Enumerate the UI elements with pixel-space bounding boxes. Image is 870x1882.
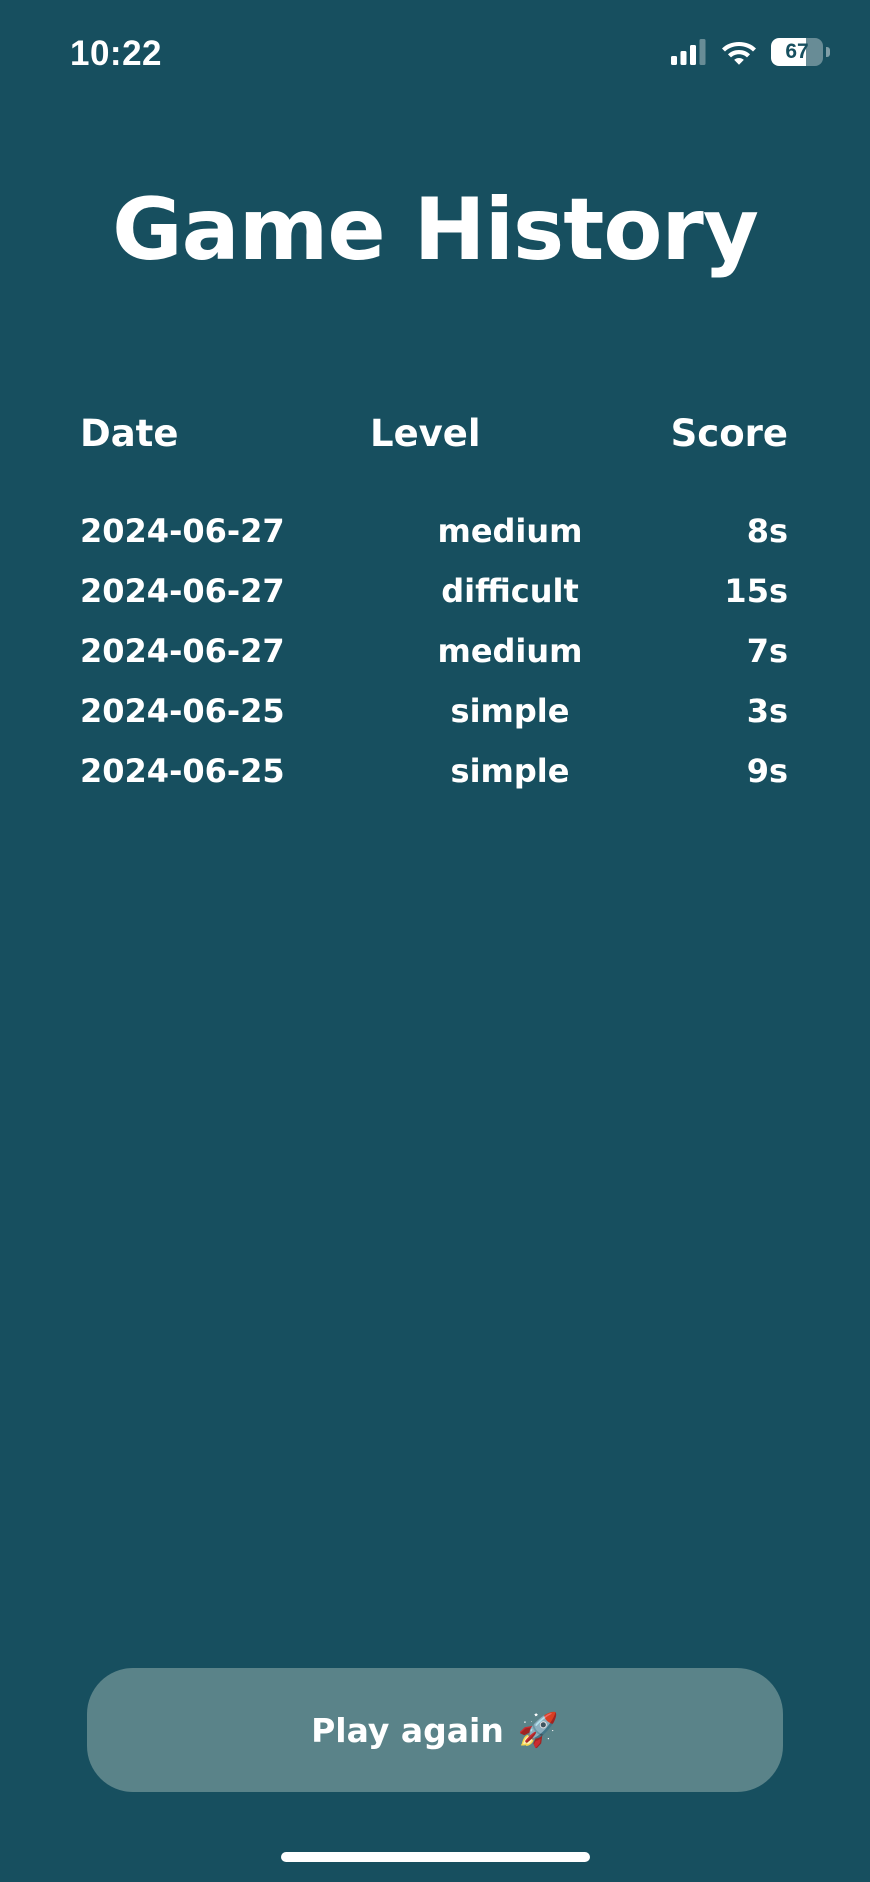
play-again-button[interactable]: Play again 🚀 bbox=[87, 1668, 783, 1792]
cell-score: 8s bbox=[746, 512, 788, 550]
column-header-score: Score bbox=[670, 411, 788, 455]
battery-nub bbox=[826, 47, 830, 57]
rocket-icon: 🚀 bbox=[517, 1710, 559, 1749]
cell-date: 2024-06-27 bbox=[80, 572, 285, 610]
status-time: 10:22 bbox=[70, 34, 163, 73]
cell-date: 2024-06-25 bbox=[80, 752, 285, 790]
battery-level: 67 bbox=[785, 40, 809, 63]
cell-score: 3s bbox=[746, 692, 788, 730]
cellular-signal-icon bbox=[671, 39, 706, 65]
table-header-row: Date Level Score bbox=[80, 405, 788, 501]
cell-date: 2024-06-27 bbox=[80, 632, 285, 670]
cell-level: simple bbox=[450, 692, 570, 730]
cell-level: medium bbox=[437, 632, 583, 670]
page-title: Game History bbox=[112, 180, 759, 280]
column-header-date: Date bbox=[80, 411, 179, 455]
cell-level: medium bbox=[437, 512, 583, 550]
status-icons: 67 bbox=[671, 38, 830, 66]
column-header-level: Level bbox=[370, 411, 481, 455]
play-again-label: Play again bbox=[311, 1710, 504, 1750]
table-row: 2024-06-27 difficult 15s bbox=[80, 561, 788, 621]
cell-score: 7s bbox=[746, 632, 788, 670]
wifi-icon bbox=[722, 42, 756, 65]
status-bar: 10:22 67 bbox=[0, 0, 870, 110]
cell-score: 15s bbox=[724, 572, 788, 610]
battery-icon: 67 bbox=[771, 38, 823, 66]
cell-date: 2024-06-25 bbox=[80, 692, 285, 730]
cell-score: 9s bbox=[746, 752, 788, 790]
home-indicator bbox=[281, 1852, 590, 1862]
table-row: 2024-06-27 medium 8s bbox=[80, 501, 788, 561]
table-row: 2024-06-27 medium 7s bbox=[80, 621, 788, 681]
table-row: 2024-06-25 simple 3s bbox=[80, 681, 788, 741]
table-row: 2024-06-25 simple 9s bbox=[80, 741, 788, 801]
cell-level: difficult bbox=[441, 572, 579, 610]
cell-level: simple bbox=[450, 752, 570, 790]
cell-date: 2024-06-27 bbox=[80, 512, 285, 550]
game-history-table: Date Level Score 2024-06-27 medium 8s 20… bbox=[80, 405, 788, 801]
